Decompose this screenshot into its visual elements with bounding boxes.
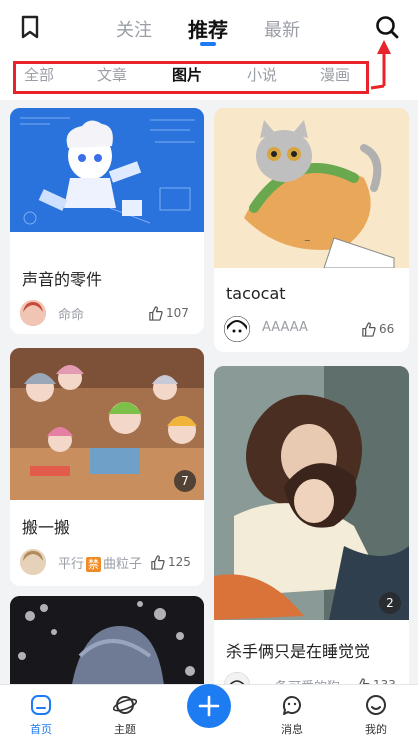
subtab-novels[interactable]: 小说 — [247, 64, 277, 85]
nav-messages[interactable]: 消息 — [262, 693, 322, 739]
planet-icon — [113, 696, 137, 714]
image-count-badge: 7 — [174, 470, 196, 492]
nav-home[interactable]: 首页 — [11, 693, 71, 739]
smiley-icon — [366, 695, 386, 715]
feed-card[interactable]: ~ tacocat AAAAA 66 — [214, 108, 409, 352]
like-count[interactable]: 125 — [150, 553, 192, 573]
card-image[interactable]: ~ — [214, 108, 409, 268]
card-image[interactable] — [10, 596, 204, 684]
image-count-badge: 2 — [379, 592, 401, 614]
nav-topics[interactable]: 主题 — [95, 693, 155, 739]
card-title[interactable]: 杀手俩只是在睡觉觉 — [226, 638, 370, 662]
home-icon — [31, 695, 51, 715]
like-count[interactable]: 133 — [355, 676, 397, 684]
feed-card[interactable] — [10, 596, 204, 684]
plus-icon — [198, 695, 220, 717]
top-bar: 关注 推荐 最新 — [0, 0, 418, 56]
card-image[interactable]: 2 — [214, 366, 409, 620]
card-title[interactable]: tacocat — [226, 284, 286, 303]
bottom-nav: 首页 主题 消息 我的 — [0, 684, 418, 743]
avatar[interactable] — [20, 300, 46, 326]
nav-profile[interactable]: 我的 — [346, 693, 406, 739]
avatar[interactable] — [224, 672, 250, 684]
sub-tab-bar: 全部 文章 图片 小说 漫画 — [0, 56, 418, 100]
search-icon[interactable] — [374, 14, 400, 40]
image-feed[interactable]: 声音的零件 命命 107 ~ tacocat AAAAA 66 7 搬一搬 平行… — [0, 100, 418, 684]
feed-card[interactable]: 2 杀手俩只是在睡觉觉 一条可爱的狗 133 — [214, 366, 409, 684]
author-name: 命命 — [58, 308, 85, 323]
card-title[interactable]: 搬一搬 — [22, 514, 70, 538]
subtab-articles[interactable]: 文章 — [97, 64, 127, 85]
ban-badge: 禁 — [86, 557, 102, 572]
subtab-comics[interactable]: 漫画 — [320, 64, 350, 85]
thumbs-up-icon — [149, 306, 163, 321]
like-count[interactable]: 107 — [148, 304, 192, 324]
author-name: 一条可爱的狗 — [262, 676, 340, 684]
thumbs-up-icon — [362, 322, 376, 337]
svg-text:~: ~ — [304, 236, 311, 245]
feed-card[interactable]: 声音的零件 命命 107 — [10, 108, 204, 334]
tab-recommended[interactable]: 推荐 — [188, 14, 228, 43]
card-image[interactable] — [10, 108, 204, 232]
subtab-images[interactable]: 图片 — [172, 64, 202, 85]
author-name: 平行禁曲粒子 — [58, 557, 143, 572]
like-count[interactable]: 66 — [361, 320, 397, 340]
author-name: AAAAA — [262, 320, 308, 335]
avatar[interactable] — [224, 316, 250, 342]
main-tabs: 关注 推荐 最新 — [0, 0, 418, 56]
avatar[interactable] — [20, 549, 46, 575]
tab-latest[interactable]: 最新 — [264, 16, 300, 42]
create-post-button[interactable] — [187, 684, 231, 728]
subtab-all[interactable]: 全部 — [24, 64, 54, 85]
thumbs-up-icon — [151, 555, 165, 570]
card-image[interactable]: 7 — [10, 348, 204, 500]
tab-following[interactable]: 关注 — [116, 16, 152, 42]
feed-card[interactable]: 7 搬一搬 平行禁曲粒子 125 — [10, 348, 204, 586]
message-icon — [282, 696, 301, 715]
card-title[interactable]: 声音的零件 — [22, 266, 102, 290]
active-tab-indicator — [200, 42, 216, 46]
